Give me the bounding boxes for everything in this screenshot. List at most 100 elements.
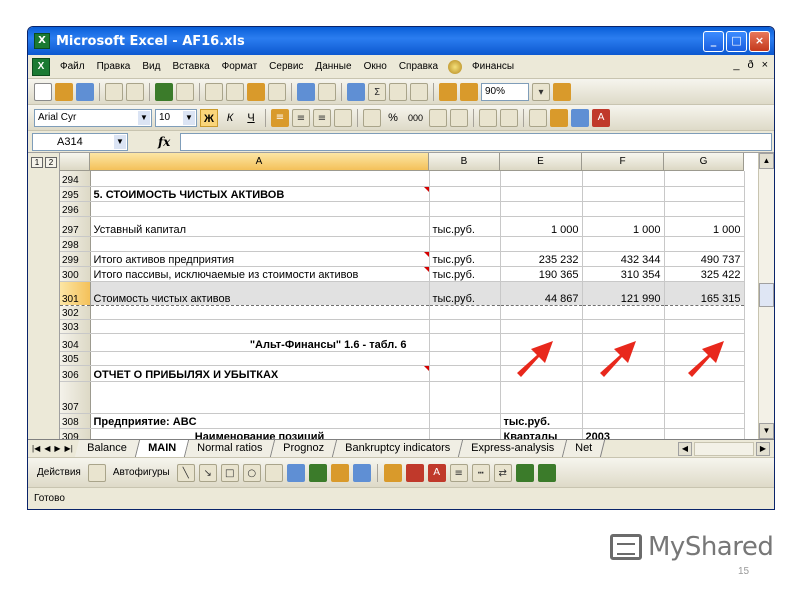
cell-f[interactable] <box>582 381 665 414</box>
cell-a[interactable] <box>90 305 430 320</box>
cell-b[interactable]: тыс.руб. <box>429 266 501 282</box>
open-folder-icon[interactable] <box>55 82 73 101</box>
select-all-corner[interactable] <box>60 153 90 171</box>
menu-file[interactable]: Файл <box>54 61 91 72</box>
row-header[interactable]: 307 <box>60 381 91 414</box>
formula-input[interactable] <box>180 132 772 151</box>
row-header[interactable]: 308 <box>60 413 91 429</box>
close-button[interactable]: × <box>749 31 770 52</box>
arrow-style-icon[interactable]: ⇄ <box>493 463 512 482</box>
cell-f[interactable] <box>582 413 665 429</box>
3d-style-icon[interactable] <box>537 463 556 482</box>
cell-g[interactable] <box>664 319 745 334</box>
decrease-decimal-icon[interactable] <box>450 108 469 127</box>
new-file-icon[interactable] <box>34 82 52 101</box>
cell-e[interactable]: Кварталы <box>500 428 583 439</box>
cell-g[interactable] <box>664 236 745 252</box>
scroll-up-icon[interactable]: ▲ <box>759 153 774 169</box>
cell-e[interactable] <box>500 381 583 414</box>
scroll-track[interactable] <box>694 441 754 456</box>
spelling-icon[interactable] <box>155 82 173 101</box>
cell-g[interactable]: 1 000 <box>664 216 745 237</box>
finance-addin-icon[interactable] <box>448 59 463 74</box>
fill-color-icon[interactable] <box>550 108 569 127</box>
cell-g[interactable] <box>664 171 745 187</box>
italic-button[interactable]: К <box>221 109 239 127</box>
next-sheet-icon[interactable]: ▶ <box>54 444 60 453</box>
row-header[interactable]: 298 <box>60 236 91 252</box>
sort-descending-icon[interactable] <box>410 82 428 101</box>
column-header-e[interactable]: E <box>500 153 582 171</box>
cell-g[interactable]: 325 422 <box>664 266 745 282</box>
tab-express-analysis[interactable]: Express-analysis <box>459 440 568 457</box>
menu-format[interactable]: Формат <box>216 61 264 72</box>
zoom-dropdown-icon[interactable]: ▾ <box>532 82 550 101</box>
merge-center-icon[interactable] <box>334 108 352 127</box>
row-header[interactable]: 303 <box>60 319 91 334</box>
cut-icon[interactable] <box>205 82 223 101</box>
row-header[interactable]: 305 <box>60 351 91 366</box>
cell-f[interactable] <box>582 305 665 320</box>
first-sheet-icon[interactable]: |◀ <box>32 444 40 453</box>
tab-main[interactable]: MAIN <box>135 440 189 457</box>
cell-g[interactable] <box>664 186 745 202</box>
tab-normal-ratios[interactable]: Normal ratios <box>184 440 276 457</box>
cell-b[interactable] <box>429 186 501 202</box>
row-header[interactable]: 304 <box>60 333 91 352</box>
doc-minimize-button[interactable]: _ <box>733 59 739 71</box>
cell-a[interactable]: 5. СТОИМОСТЬ ЧИСТЫХ АКТИВОВ <box>90 186 430 202</box>
draw-actions-menu[interactable]: Действия <box>34 467 84 478</box>
horizontal-scrollbar[interactable]: ◀ ▶ <box>678 440 774 457</box>
align-right-icon[interactable]: ≡ <box>313 108 331 127</box>
cell-e[interactable] <box>500 319 583 334</box>
cell-b[interactable] <box>429 413 501 429</box>
document-icon[interactable]: X <box>32 57 50 76</box>
row-header[interactable]: 302 <box>60 305 91 320</box>
cell-g[interactable] <box>664 413 745 429</box>
cell-g[interactable]: 165 315 <box>664 281 745 306</box>
chevron-down-icon[interactable]: ▼ <box>138 110 150 125</box>
sort-ascending-icon[interactable] <box>389 82 407 101</box>
arrow-icon[interactable]: ↘ <box>198 463 217 482</box>
cell-a[interactable]: ОТЧЕТ О ПРИБЫЛЯХ И УБЫТКАХ <box>90 365 430 382</box>
cell-e[interactable] <box>500 201 583 217</box>
cell-a[interactable]: Итого активов предприятия <box>90 251 430 267</box>
cell-a[interactable]: Наименование позиций <box>90 428 430 439</box>
minimize-button[interactable]: _ <box>703 31 724 52</box>
cell-a[interactable] <box>90 201 430 217</box>
doc-close-button[interactable]: × <box>762 59 768 71</box>
cell-f[interactable]: 432 344 <box>582 251 665 267</box>
cell-f[interactable] <box>582 236 665 252</box>
vertical-scrollbar[interactable]: ▲ ▼ <box>758 153 774 439</box>
cell-b[interactable] <box>429 365 501 382</box>
cell-b[interactable] <box>429 428 501 439</box>
clip-art-icon[interactable] <box>330 463 349 482</box>
cell-a[interactable]: Предприятие: ABC <box>90 413 430 429</box>
save-icon[interactable] <box>76 82 94 101</box>
row-header[interactable]: 296 <box>60 201 91 217</box>
font-color-icon[interactable]: A <box>427 463 446 482</box>
diagram-icon[interactable] <box>308 463 327 482</box>
cell-f[interactable] <box>582 186 665 202</box>
align-center-icon[interactable]: ≡ <box>292 108 310 127</box>
scroll-right-icon[interactable]: ▶ <box>756 441 770 456</box>
cell-g[interactable] <box>664 428 745 439</box>
cell-g[interactable]: 490 737 <box>664 251 745 267</box>
bold-button[interactable]: Ж <box>200 108 218 127</box>
column-header-b[interactable]: B <box>429 153 500 171</box>
research-icon[interactable] <box>176 82 194 101</box>
function-icon[interactable]: fx <box>158 135 170 149</box>
print-icon[interactable] <box>105 82 123 101</box>
cell-a[interactable] <box>90 351 430 366</box>
menu-window[interactable]: Окно <box>358 61 393 72</box>
cell-e[interactable] <box>500 305 583 320</box>
row-header[interactable]: 306 <box>60 365 91 382</box>
shadow-style-icon[interactable] <box>515 463 534 482</box>
picture-icon[interactable] <box>352 463 371 482</box>
cell-a[interactable]: Стоимость чистых активов <box>90 281 430 306</box>
cell-f[interactable] <box>582 319 665 334</box>
help-icon[interactable] <box>553 82 571 101</box>
cell-a[interactable] <box>90 236 430 252</box>
text-box-icon[interactable] <box>264 463 283 482</box>
rectangle-icon[interactable]: □ <box>220 463 239 482</box>
